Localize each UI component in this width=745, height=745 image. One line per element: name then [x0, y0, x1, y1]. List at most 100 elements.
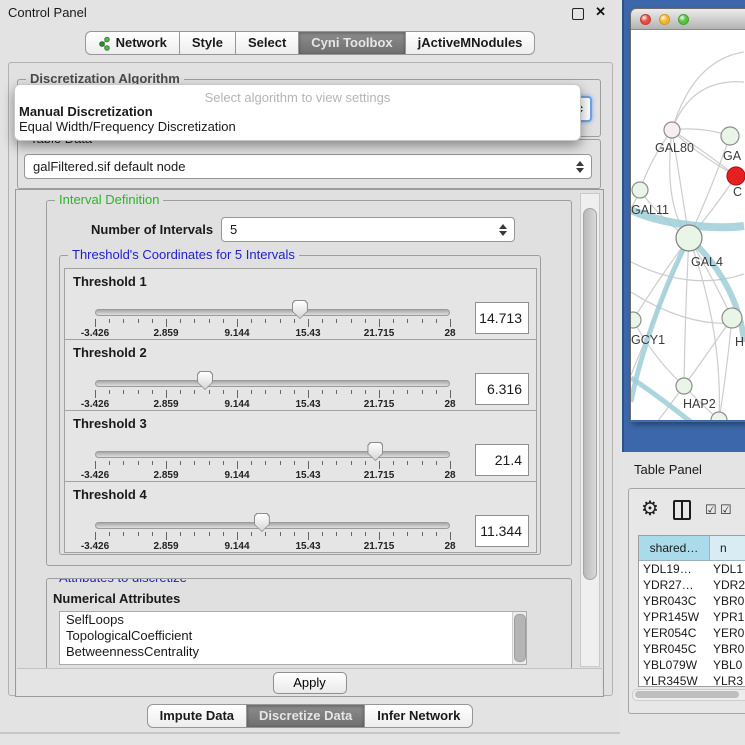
table-row[interactable]: YDR27…YDR2: [639, 577, 745, 593]
tab-impute-data[interactable]: Impute Data: [147, 704, 247, 728]
tab-cyni-toolbox[interactable]: Cyni Toolbox: [299, 31, 405, 55]
attribute-item[interactable]: TopologicalCoefficient: [60, 628, 526, 644]
control-panel: Control Panel ✕ NetworkStyleSelectCyni T…: [0, 0, 620, 734]
table-row[interactable]: YBR045CYBR0: [639, 641, 745, 657]
cell-name: YBR0: [709, 642, 745, 656]
checkbox-icon[interactable]: ☑: [705, 502, 717, 518]
network-edge[interactable]: [684, 238, 689, 386]
number-of-intervals-combo[interactable]: 5: [221, 217, 515, 242]
tab-label: Discretize Data: [259, 705, 352, 727]
attributes-list-scrollbar[interactable]: [512, 612, 526, 664]
attribute-item[interactable]: SelfLoops: [60, 612, 526, 628]
threshold-slider-track[interactable]: [95, 451, 450, 458]
table-row[interactable]: YBL079WYBL0: [639, 657, 745, 673]
float-window-icon[interactable]: [572, 8, 584, 20]
cell-name: YBR0: [709, 594, 745, 608]
attribute-item[interactable]: BetweennessCentrality: [60, 644, 526, 660]
table-row[interactable]: YDL19…YDL1: [639, 561, 745, 577]
cyni-toolbox-content: Discretization Algorithm Select algorith…: [8, 62, 613, 696]
network-node[interactable]: [632, 182, 648, 198]
network-node[interactable]: [631, 312, 641, 328]
column-header-shared-name[interactable]: shared…: [639, 536, 710, 560]
network-node[interactable]: [711, 412, 727, 420]
network-node[interactable]: [664, 122, 680, 138]
table-row[interactable]: YLR345WYLR3: [639, 673, 745, 687]
node-table: shared… n YDL19…YDL1YDR27…YDR2YBR043CYBR…: [638, 535, 745, 687]
columns-icon[interactable]: [673, 500, 691, 520]
network-edge[interactable]: [684, 318, 732, 386]
threshold-value-field[interactable]: 14.713: [475, 302, 529, 334]
table-panel-title: Table Panel: [622, 452, 745, 486]
tab-label: jActiveMNodules: [418, 32, 523, 54]
slider-handle[interactable]: [197, 371, 213, 390]
tick-label: 9.144: [224, 328, 249, 339]
table-panel: ⚙ ☑ ☑ shared… n YDL19…YDL1YDR27…YDR2YBR0…: [628, 488, 745, 714]
tab-discretize-data[interactable]: Discretize Data: [247, 704, 365, 728]
slider-handle[interactable]: [292, 300, 308, 319]
threshold-label: Threshold 2: [73, 345, 147, 360]
interval-definition-group: Interval Definition Number of Intervals …: [46, 200, 572, 566]
table-row[interactable]: YPR145WYPR1: [639, 609, 745, 625]
network-node[interactable]: [722, 308, 742, 328]
threshold-slider-track[interactable]: [95, 309, 450, 316]
close-light[interactable]: [640, 14, 651, 25]
algorithm-dropdown-popup: Select algorithm to view settings Manual…: [14, 84, 581, 141]
zoom-light[interactable]: [678, 14, 689, 25]
interval-definition-title: Interval Definition: [55, 193, 163, 207]
tab-label: Network: [116, 32, 167, 54]
checkbox-icon[interactable]: ☑: [720, 502, 732, 518]
tick-label: 2.859: [153, 470, 178, 481]
threshold-slider-track[interactable]: [95, 522, 450, 529]
tab-jactivemnodules[interactable]: jActiveMNodules: [406, 31, 536, 55]
table-data-combo[interactable]: galFiltered.sif default node: [24, 154, 592, 179]
tab-select[interactable]: Select: [236, 31, 299, 55]
close-icon[interactable]: ✕: [595, 4, 606, 20]
network-node[interactable]: [676, 225, 702, 251]
tick-label: -3.426: [81, 399, 109, 410]
scrollbar-thumb[interactable]: [635, 691, 739, 698]
scrollbar-thumb[interactable]: [583, 208, 597, 580]
network-edge[interactable]: [640, 130, 672, 190]
tab-infer-network[interactable]: Infer Network: [365, 704, 473, 728]
network-edge[interactable]: [631, 386, 684, 420]
tick-label: 15.43: [295, 328, 320, 339]
network-node[interactable]: [721, 127, 739, 145]
node-label: C: [733, 185, 742, 199]
slider-handle[interactable]: [367, 442, 383, 461]
network-window-titlebar[interactable]: [631, 9, 745, 30]
tick-label: 9.144: [224, 470, 249, 481]
threshold-value-field[interactable]: 6.316: [475, 373, 529, 405]
column-header-name[interactable]: n: [710, 536, 745, 560]
node-label: GAL11: [631, 203, 669, 217]
network-canvas[interactable]: GAL80GACGAL11GAL4GCY1HHAP2: [631, 30, 745, 420]
node-label: GCY1: [631, 333, 665, 347]
tab-style[interactable]: Style: [180, 31, 236, 55]
cell-shared-name: YER054C: [639, 626, 709, 640]
cell-shared-name: YBR043C: [639, 594, 709, 608]
tab-network[interactable]: Network: [85, 31, 180, 55]
network-edge[interactable]: [672, 52, 744, 130]
attributes-list[interactable]: SelfLoopsTopologicalCoefficientBetweenne…: [59, 611, 527, 665]
threshold-value-field[interactable]: 21.4: [475, 444, 529, 476]
network-node[interactable]: [727, 167, 745, 185]
bottom-tab-bar: Impute Data Discretize Data Infer Network: [0, 704, 620, 728]
threshold-value-field[interactable]: 11.344: [475, 515, 529, 547]
apply-strip: Apply: [17, 668, 602, 696]
threshold-slider-track[interactable]: [95, 380, 450, 387]
settings-scrollbar[interactable]: [580, 193, 600, 667]
apply-button[interactable]: Apply: [273, 672, 347, 694]
numerical-attributes-label: Numerical Attributes: [53, 591, 180, 606]
minimize-light[interactable]: [659, 14, 670, 25]
table-horizontal-scrollbar[interactable]: [632, 689, 745, 701]
dropdown-option[interactable]: Manual Discretization: [19, 104, 153, 119]
slider-handle[interactable]: [254, 513, 270, 532]
node-label: H: [735, 335, 744, 349]
table-row[interactable]: YER054CYER0: [639, 625, 745, 641]
dropdown-option[interactable]: Equal Width/Frequency Discretization: [19, 119, 236, 134]
network-edge[interactable]: [633, 320, 684, 386]
table-row[interactable]: YBR043CYBR0: [639, 593, 745, 609]
network-node[interactable]: [676, 378, 692, 394]
stepper-icon: [576, 161, 584, 173]
gear-icon[interactable]: ⚙: [641, 496, 659, 521]
network-edge[interactable]: [672, 82, 744, 130]
